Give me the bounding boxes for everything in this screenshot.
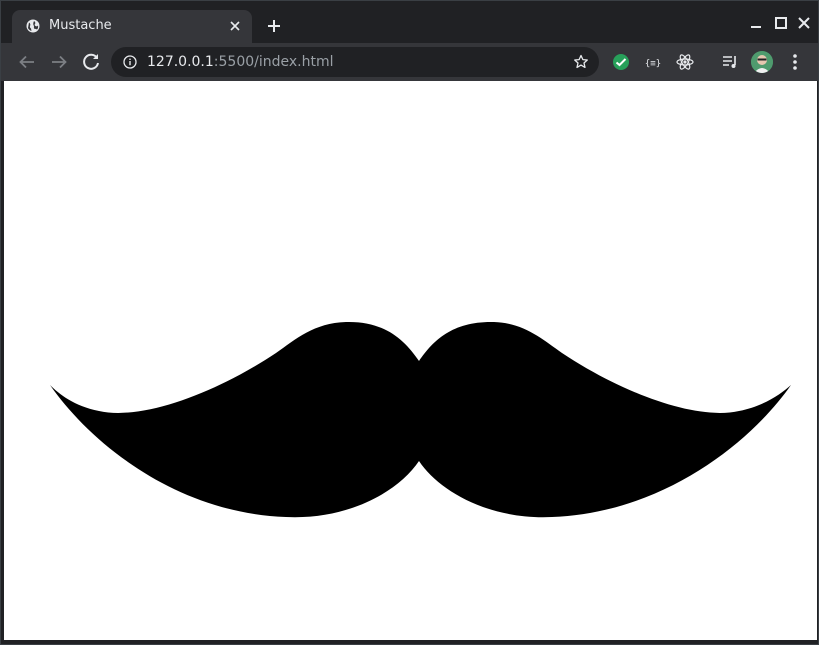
new-tab-button[interactable] (263, 15, 285, 37)
reload-icon[interactable] (79, 50, 103, 74)
close-window-icon[interactable] (795, 14, 813, 32)
browser-window: Mustache 127.0.0.1:5500/index.html {≡} (0, 0, 819, 645)
minimize-icon[interactable] (747, 14, 765, 32)
url-path: :5500/index.html (213, 54, 334, 70)
address-bar[interactable]: 127.0.0.1:5500/index.html (111, 47, 599, 77)
react-devtools-icon[interactable] (675, 52, 695, 72)
avatar-image (751, 51, 773, 73)
maximize-icon[interactable] (772, 14, 790, 32)
kebab-menu-icon[interactable] (783, 50, 807, 74)
grammar-extension-icon[interactable] (611, 52, 631, 72)
arrow-right-icon[interactable] (47, 50, 71, 74)
browser-toolbar: 127.0.0.1:5500/index.html {≡} (1, 43, 818, 81)
tab-strip: Mustache (1, 1, 818, 43)
tab-title: Mustache (49, 18, 112, 33)
info-icon[interactable] (123, 55, 137, 69)
mustache-shape (50, 321, 791, 518)
media-queue-icon[interactable] (720, 52, 740, 72)
json-extension-icon[interactable]: {≡} (643, 52, 663, 72)
url-text: 127.0.0.1:5500/index.html (147, 54, 334, 70)
globe-icon (26, 19, 40, 33)
profile-avatar[interactable] (751, 51, 773, 73)
arrow-left-icon[interactable] (15, 50, 39, 74)
tab-mustache[interactable]: Mustache (12, 10, 252, 43)
svg-text:{≡}: {≡} (645, 59, 661, 69)
url-host: 127.0.0.1 (147, 54, 214, 70)
page-viewport (4, 81, 817, 640)
star-icon[interactable] (573, 54, 589, 70)
close-tab-icon[interactable] (226, 17, 244, 35)
